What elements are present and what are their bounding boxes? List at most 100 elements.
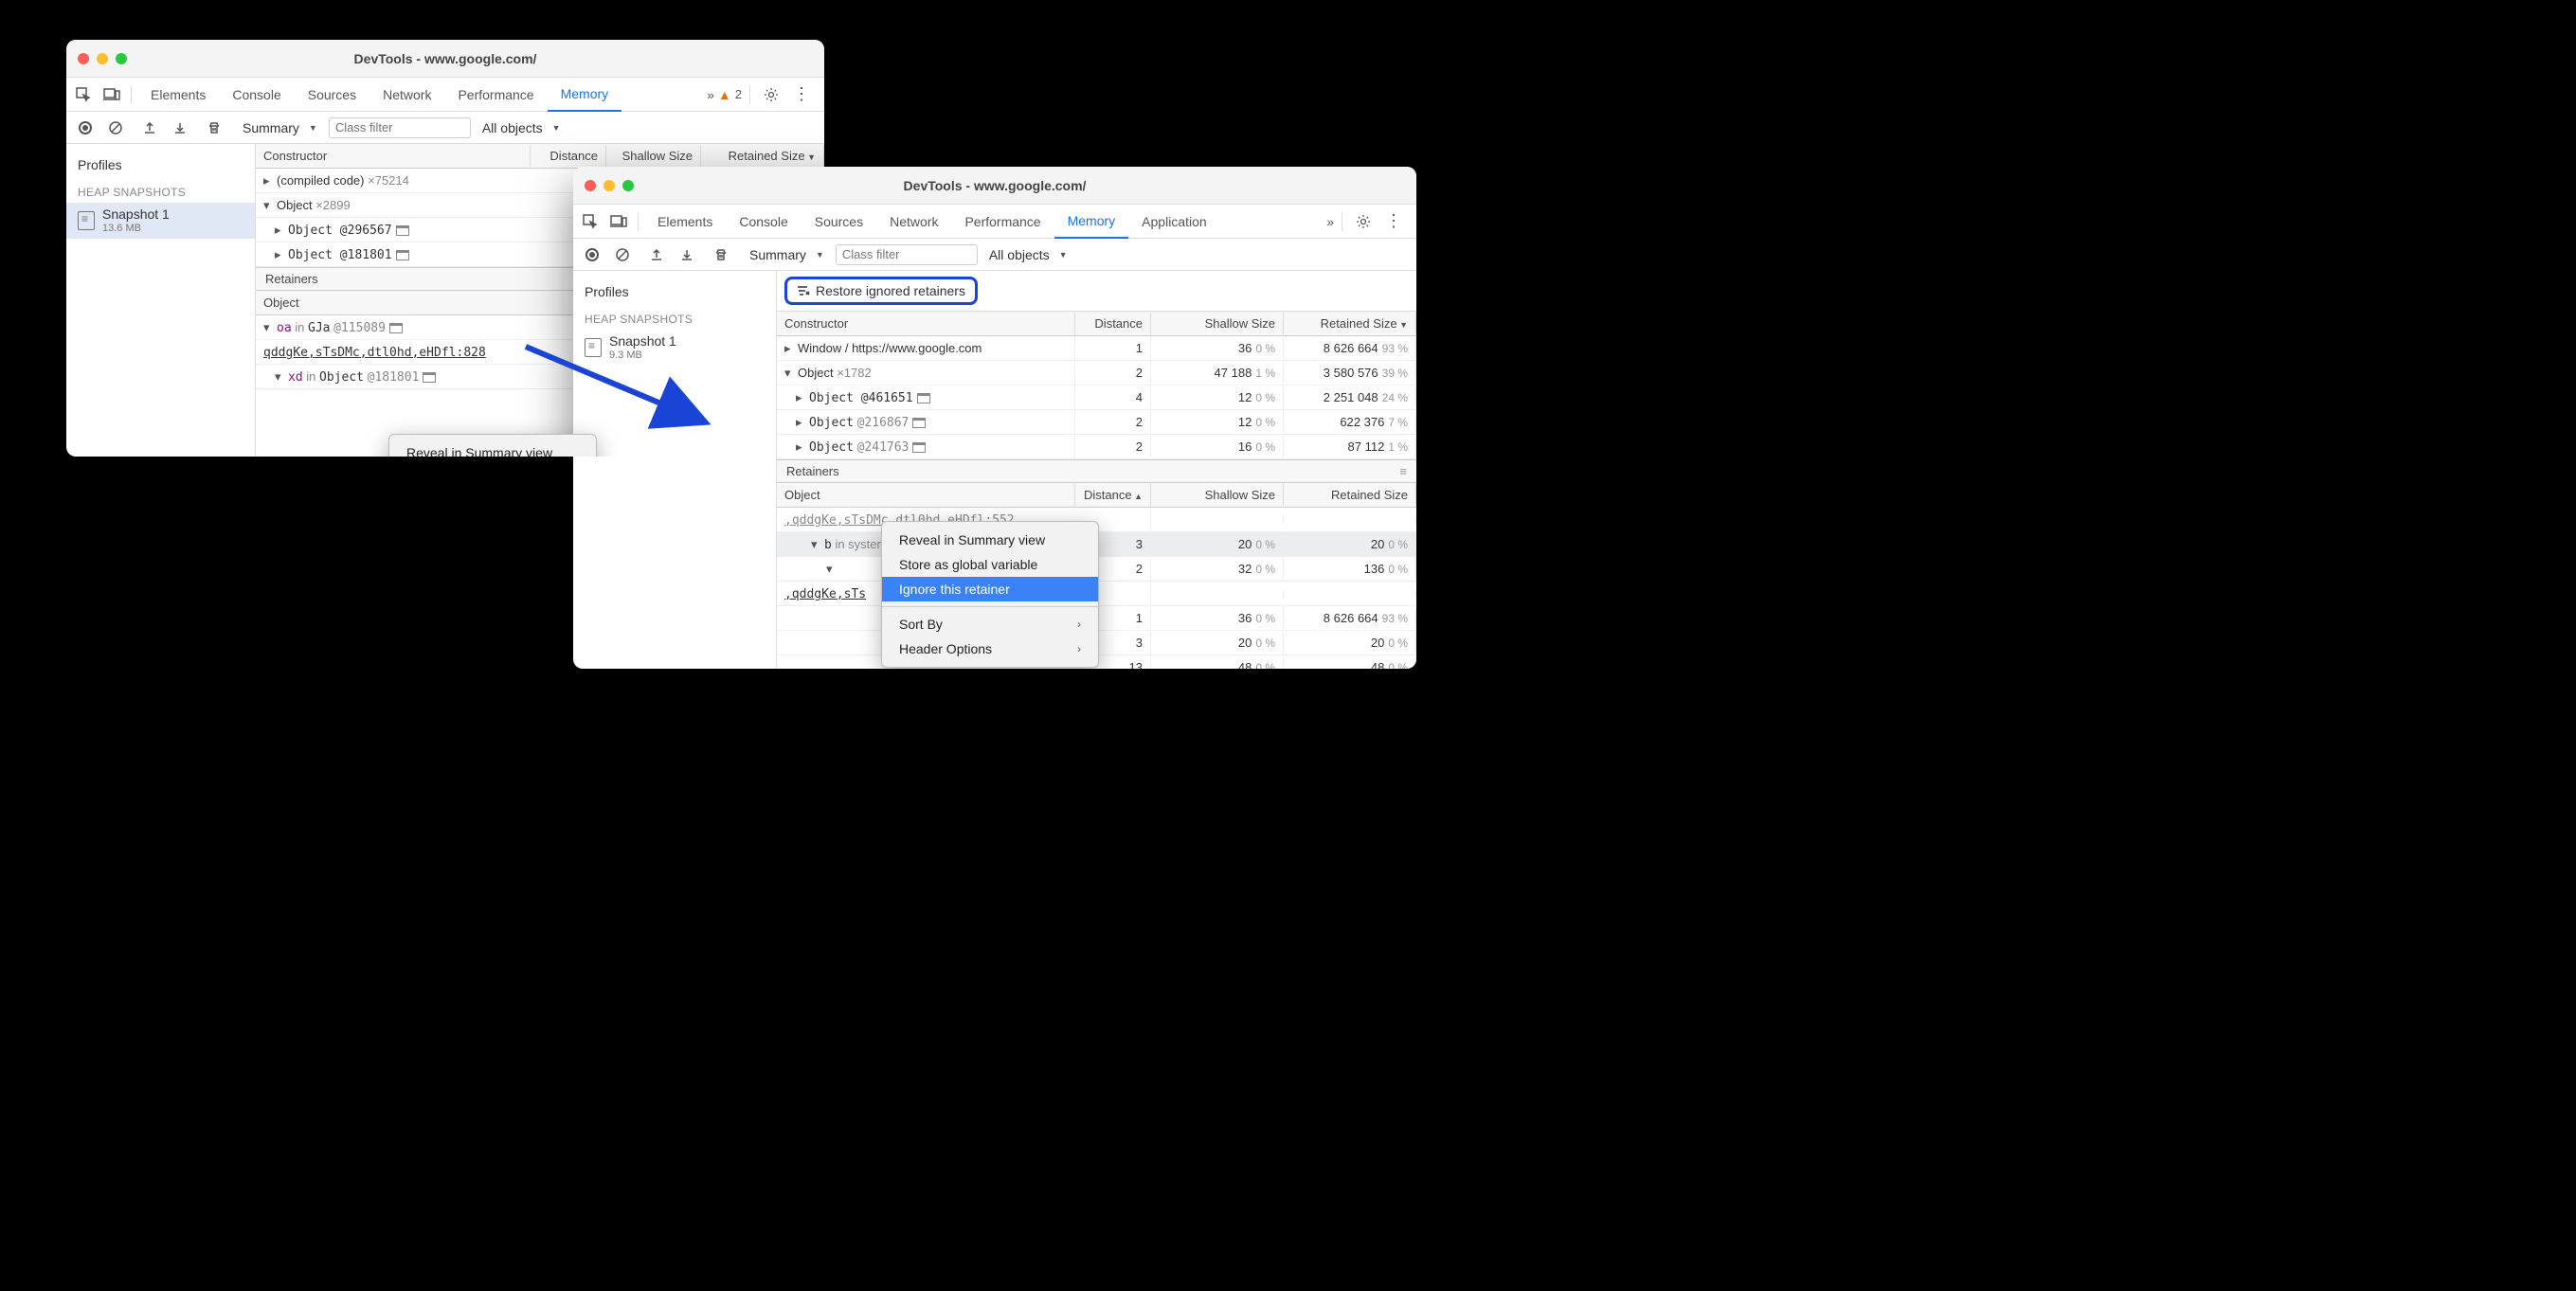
tree-toggle-icon[interactable]: ▸	[796, 439, 805, 455]
context-menu[interactable]: Reveal in Summary view Store as global v…	[881, 521, 1099, 668]
menu-reveal-summary[interactable]: Reveal in Summary view	[389, 440, 596, 457]
tab-network[interactable]: Network	[876, 205, 951, 239]
menu-icon[interactable]: ≡	[1399, 464, 1407, 478]
upload-icon[interactable]	[136, 115, 163, 141]
tree-toggle-icon[interactable]: ▸	[275, 223, 284, 238]
menu-reveal-summary[interactable]: Reveal in Summary view	[882, 528, 1098, 552]
tab-console[interactable]: Console	[219, 78, 294, 112]
tab-performance[interactable]: Performance	[951, 205, 1054, 239]
gear-icon[interactable]	[758, 81, 784, 108]
tree-toggle-icon[interactable]: ▾	[275, 369, 284, 385]
titlebar[interactable]: DevTools - www.google.com/	[66, 40, 824, 78]
menu-ignore-retainer[interactable]: Ignore this retainer	[882, 577, 1098, 601]
col-distance[interactable]: Distance	[1075, 313, 1151, 334]
titlebar[interactable]: DevTools - www.google.com/	[573, 167, 1416, 205]
main-toolbar: Elements Console Sources Network Perform…	[573, 205, 1416, 239]
col-retained[interactable]: Retained Size	[701, 145, 824, 167]
record-icon[interactable]	[72, 115, 99, 141]
tree-toggle-icon[interactable]: ▸	[796, 415, 805, 430]
tree-toggle-icon[interactable]: ▸	[796, 390, 805, 405]
inspect-icon[interactable]	[577, 208, 603, 235]
view-select[interactable]: Summary	[742, 242, 832, 267]
view-select[interactable]: Summary	[235, 116, 325, 140]
tab-memory[interactable]: Memory	[1054, 205, 1129, 239]
tab-network[interactable]: Network	[369, 78, 444, 112]
overflow-icon[interactable]: »	[1326, 214, 1334, 229]
upload-icon[interactable]	[643, 242, 670, 268]
snapshot-item[interactable]: Snapshot 1 13.6 MB	[66, 203, 255, 239]
cell-shallow	[1151, 590, 1284, 598]
table-row[interactable]: ▸Object @2417632160 %87 1121 %	[777, 435, 1416, 459]
window-title: DevTools - www.google.com/	[66, 51, 824, 66]
menu-sort-by[interactable]: Sort By›	[882, 612, 1098, 637]
device-icon[interactable]	[605, 208, 632, 235]
tree-toggle-icon[interactable]: ▸	[263, 173, 273, 188]
tree-toggle-icon[interactable]: ▾	[263, 320, 273, 335]
zoom-icon[interactable]	[116, 53, 127, 64]
class-filter-input[interactable]	[836, 244, 978, 265]
table-row[interactable]: ▾Object ×1782247 1881 %3 580 57639 %	[777, 361, 1416, 386]
tab-elements[interactable]: Elements	[644, 205, 726, 239]
scope-select[interactable]: All objects	[982, 242, 1411, 267]
gc-icon[interactable]	[708, 242, 734, 268]
download-icon[interactable]	[167, 115, 193, 141]
close-icon[interactable]	[585, 180, 596, 191]
close-icon[interactable]	[78, 53, 89, 64]
snapshot-name: Snapshot 1	[102, 206, 170, 223]
col-distance[interactable]: Distance	[1075, 484, 1151, 506]
col-constructor[interactable]: Constructor	[777, 313, 1075, 334]
col-retained[interactable]: Retained Size	[1284, 313, 1416, 334]
table-row[interactable]: ▸Object @2168672120 %622 3767 %	[777, 410, 1416, 435]
inspect-icon[interactable]	[70, 81, 97, 108]
col-distance[interactable]: Distance	[531, 145, 606, 167]
view-select-label: Summary	[749, 247, 806, 262]
menu-header-options[interactable]: Header Options›	[882, 637, 1098, 661]
menu-separator	[882, 606, 1098, 607]
record-icon[interactable]	[579, 242, 605, 268]
tab-performance[interactable]: Performance	[444, 78, 547, 112]
scope-select[interactable]: All objects	[475, 116, 819, 140]
separator	[749, 85, 750, 104]
col-object[interactable]: Object	[777, 484, 1075, 506]
tree-toggle-icon[interactable]: ▸	[784, 341, 794, 356]
clear-icon[interactable]	[609, 242, 636, 268]
minimize-icon[interactable]	[97, 53, 108, 64]
minimize-icon[interactable]	[603, 180, 615, 191]
col-shallow[interactable]: Shallow Size	[1151, 484, 1284, 506]
clear-icon[interactable]	[102, 115, 129, 141]
cell-retained: 8 626 66493 %	[1284, 337, 1416, 359]
tab-memory[interactable]: Memory	[548, 78, 622, 112]
overflow-icon[interactable]: »	[707, 87, 714, 102]
download-icon[interactable]	[674, 242, 700, 268]
col-shallow[interactable]: Shallow Size	[1151, 313, 1284, 334]
table-row[interactable]: ▸Window / https://www.google.com1360 %8 …	[777, 336, 1416, 361]
menu-store-global[interactable]: Store as global variable	[882, 552, 1098, 577]
col-shallow[interactable]: Shallow Size	[606, 145, 701, 167]
tab-console[interactable]: Console	[726, 205, 801, 239]
tree-toggle-icon[interactable]: ▾	[811, 537, 820, 552]
zoom-icon[interactable]	[622, 180, 634, 191]
table-row[interactable]: ▸Object @4616514120 %2 251 04824 %	[777, 386, 1416, 410]
snapshot-size: 13.6 MB	[102, 223, 170, 235]
col-constructor[interactable]: Constructor	[256, 145, 531, 167]
device-icon[interactable]	[99, 81, 125, 108]
annotation-arrow	[516, 337, 725, 441]
tab-sources[interactable]: Sources	[295, 78, 369, 112]
tab-application[interactable]: Application	[1128, 205, 1220, 239]
kebab-icon[interactable]: ⋮	[1380, 208, 1407, 235]
warning-badge[interactable]: ▲ 2	[718, 87, 742, 102]
kebab-icon[interactable]: ⋮	[788, 81, 815, 108]
cell-object: ▸Object @216867	[777, 411, 1075, 434]
class-filter-input[interactable]	[329, 117, 471, 138]
gc-icon[interactable]	[201, 115, 227, 141]
col-retained[interactable]: Retained Size	[1284, 484, 1416, 506]
restore-ignored-button[interactable]: Restore ignored retainers	[784, 277, 978, 305]
tree-toggle-icon[interactable]: ▾	[263, 198, 273, 213]
tree-toggle-icon[interactable]: ▸	[275, 247, 284, 262]
cell-shallow: 360 %	[1151, 337, 1284, 359]
tab-sources[interactable]: Sources	[802, 205, 876, 239]
tab-elements[interactable]: Elements	[137, 78, 219, 112]
gear-icon[interactable]	[1350, 208, 1377, 235]
tree-toggle-icon[interactable]: ▾	[826, 562, 836, 577]
tree-toggle-icon[interactable]: ▾	[784, 366, 794, 381]
